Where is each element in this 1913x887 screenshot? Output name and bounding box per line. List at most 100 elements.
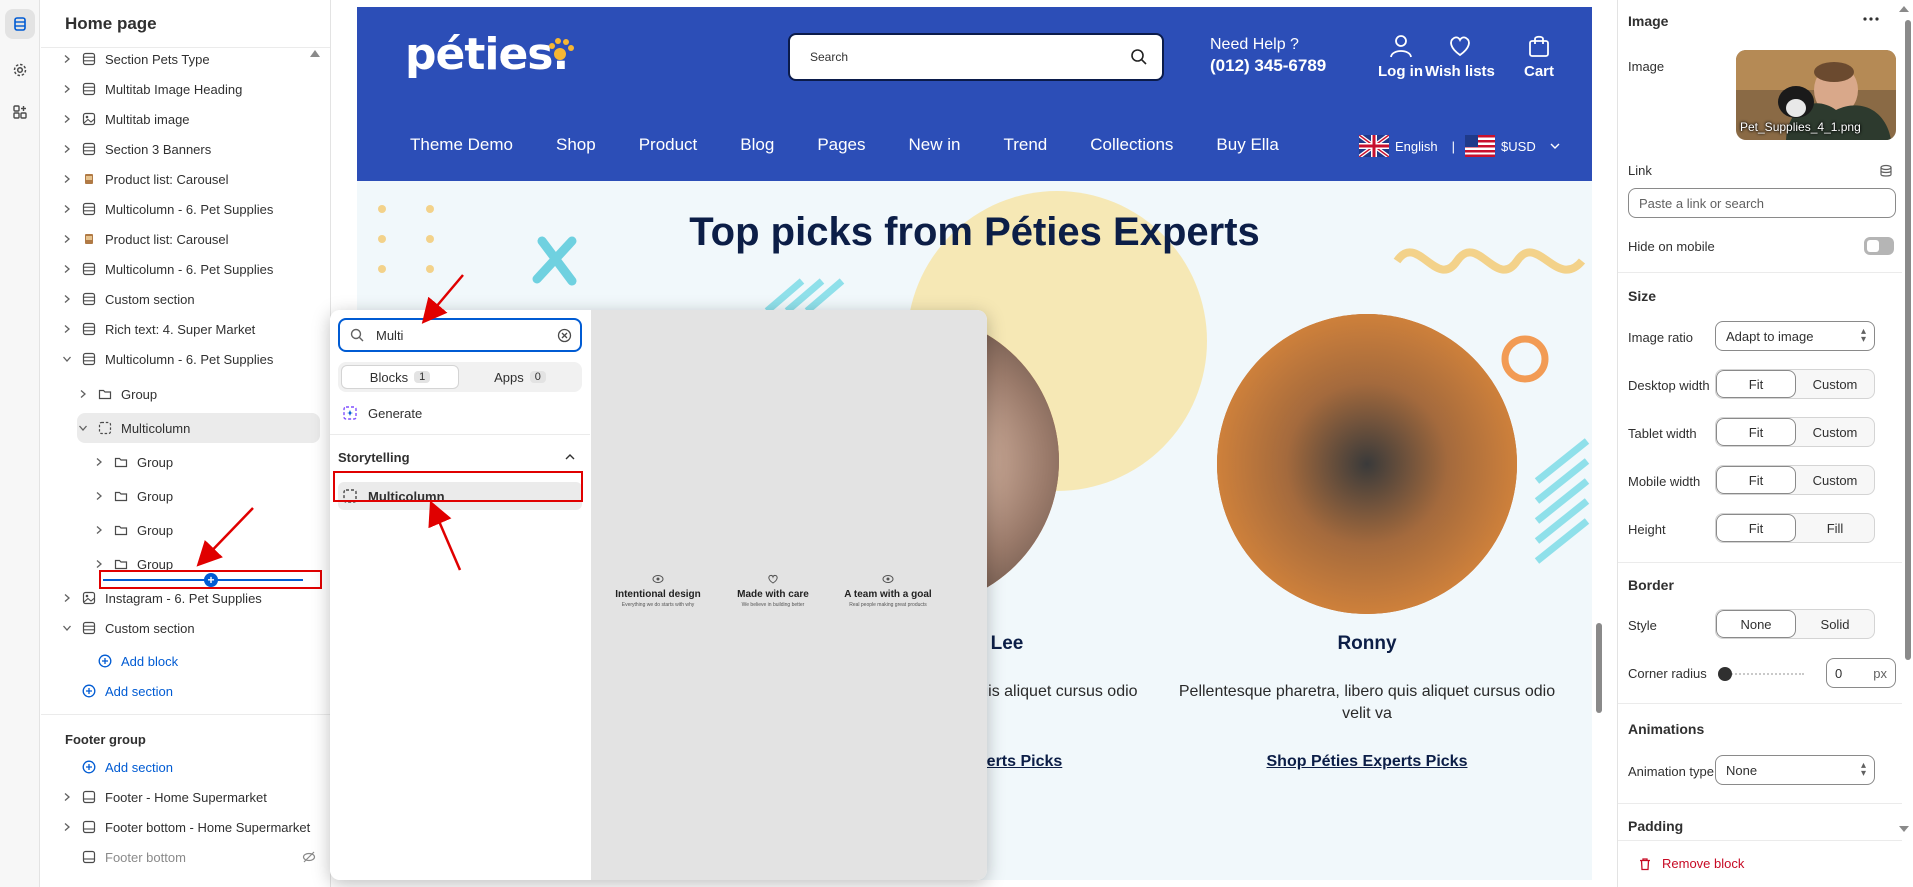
- height-fit-option[interactable]: Fit: [1716, 514, 1796, 542]
- image-ratio-select[interactable]: Adapt to image ▴ ▾: [1715, 321, 1875, 351]
- tree-item-group[interactable]: Group: [41, 449, 330, 475]
- nav-new-in[interactable]: New in: [909, 135, 961, 155]
- nav-blog[interactable]: Blog: [740, 135, 774, 155]
- tablet-width-toggle[interactable]: Fit Custom: [1715, 417, 1875, 447]
- desktop-custom-option[interactable]: Custom: [1796, 370, 1874, 398]
- chevron-down-icon[interactable]: [77, 422, 89, 434]
- apps-nav-button[interactable]: [5, 97, 35, 127]
- style-solid-option[interactable]: Solid: [1796, 610, 1874, 638]
- tree-item-section[interactable]: Rich text: 4. Super Market: [41, 316, 330, 342]
- chevron-right-icon[interactable]: [61, 203, 73, 215]
- settings-nav-button[interactable]: [5, 55, 35, 85]
- desktop-width-toggle[interactable]: Fit Custom: [1715, 369, 1875, 399]
- generate-button[interactable]: Generate: [338, 399, 582, 427]
- nav-shop[interactable]: Shop: [556, 135, 596, 155]
- chevron-right-icon[interactable]: [93, 524, 105, 536]
- tree-item-group[interactable]: Group: [41, 483, 330, 509]
- tree-item-group[interactable]: Group: [41, 381, 330, 407]
- tab-blocks[interactable]: Blocks 1: [341, 365, 459, 389]
- wishlist-link[interactable]: Wish lists: [1425, 33, 1495, 80]
- sections-nav-button[interactable]: [5, 9, 35, 39]
- tree-item-section[interactable]: Section 3 Banners: [41, 136, 330, 162]
- nav-theme-demo[interactable]: Theme Demo: [410, 135, 513, 155]
- chevron-right-icon[interactable]: [61, 53, 73, 65]
- chevron-right-icon[interactable]: [77, 388, 89, 400]
- chevron-right-icon[interactable]: [61, 293, 73, 305]
- tree-item-section[interactable]: Custom section: [41, 615, 330, 641]
- hide-mobile-toggle[interactable]: [1864, 237, 1894, 255]
- tree-item-section[interactable]: Section Pets Type: [41, 46, 330, 72]
- category-storytelling[interactable]: Storytelling: [338, 443, 582, 471]
- tree-item-section[interactable]: Multicolumn - 6. Pet Supplies: [41, 256, 330, 282]
- mobile-width-toggle[interactable]: Fit Custom: [1715, 465, 1875, 495]
- card-link-ronny[interactable]: Shop Péties Experts Picks: [1217, 753, 1517, 771]
- height-toggle[interactable]: Fit Fill: [1715, 513, 1875, 543]
- chevron-right-icon[interactable]: [61, 233, 73, 245]
- mobile-custom-option[interactable]: Custom: [1796, 466, 1874, 494]
- database-icon[interactable]: [1879, 164, 1893, 178]
- chevron-right-icon[interactable]: [61, 323, 73, 335]
- mobile-fit-option[interactable]: Fit: [1716, 466, 1796, 494]
- nav-trend[interactable]: Trend: [1003, 135, 1047, 155]
- settings-scrollbar[interactable]: [1905, 20, 1911, 660]
- tablet-custom-option[interactable]: Custom: [1796, 418, 1874, 446]
- chevron-down-icon[interactable]: [61, 353, 73, 365]
- clear-search-icon[interactable]: [557, 328, 572, 343]
- tree-item-section[interactable]: Custom section: [41, 286, 330, 312]
- store-logo[interactable]: péties.: [405, 29, 569, 80]
- tree-item-multicolumn[interactable]: Multicolumn: [77, 413, 320, 443]
- border-style-toggle[interactable]: None Solid: [1715, 609, 1875, 639]
- tree-item-footer[interactable]: Footer bottom: [41, 844, 330, 870]
- nav-pages[interactable]: Pages: [817, 135, 865, 155]
- style-none-option[interactable]: None: [1716, 610, 1796, 638]
- remove-block-button[interactable]: Remove block: [1638, 856, 1744, 871]
- locale-selector[interactable]: English | $USD: [1359, 135, 1560, 157]
- tree-item-section[interactable]: Multicolumn - 6. Pet Supplies: [41, 196, 330, 222]
- preview-scrollbar[interactable]: [1594, 8, 1604, 880]
- chevron-right-icon[interactable]: [93, 456, 105, 468]
- chevron-right-icon[interactable]: [61, 263, 73, 275]
- height-fill-option[interactable]: Fill: [1796, 514, 1874, 542]
- nav-collections[interactable]: Collections: [1090, 135, 1173, 155]
- corner-radius-input[interactable]: 0 px: [1826, 658, 1896, 688]
- footer-add-section-button[interactable]: Add section: [41, 754, 330, 780]
- tab-apps[interactable]: Apps 0: [461, 365, 579, 389]
- tree-item-section[interactable]: Product list: Carousel: [41, 226, 330, 252]
- chevron-right-icon[interactable]: [61, 821, 73, 833]
- animation-type-select[interactable]: None ▴ ▾: [1715, 755, 1875, 785]
- scroll-down-arrow-icon[interactable]: [1899, 826, 1909, 832]
- nav-product[interactable]: Product: [639, 135, 698, 155]
- tree-item-section[interactable]: Multitab image: [41, 106, 330, 132]
- add-section-button[interactable]: Add section: [41, 678, 330, 704]
- insert-plus-icon[interactable]: +: [204, 573, 218, 587]
- more-options-icon[interactable]: [1862, 14, 1880, 24]
- scroll-up-arrow-icon[interactable]: [1899, 6, 1909, 12]
- chevron-down-icon[interactable]: [61, 622, 73, 634]
- store-search-input[interactable]: Search: [788, 33, 1164, 81]
- tree-item-footer[interactable]: Footer - Home Supermarket: [41, 784, 330, 810]
- tree-item-group[interactable]: Group: [41, 517, 330, 543]
- chevron-right-icon[interactable]: [61, 791, 73, 803]
- chevron-right-icon[interactable]: [61, 143, 73, 155]
- chevron-right-icon[interactable]: [61, 113, 73, 125]
- help-phone[interactable]: (012) 345-6789: [1210, 56, 1326, 76]
- chevron-right-icon[interactable]: [61, 173, 73, 185]
- link-input[interactable]: Paste a link or search: [1628, 188, 1896, 218]
- hidden-eye-icon[interactable]: [302, 850, 316, 867]
- tree-item-section[interactable]: Product list: Carousel: [41, 166, 330, 192]
- block-search-input[interactable]: Multi: [338, 318, 582, 352]
- desktop-fit-option[interactable]: Fit: [1716, 370, 1796, 398]
- tree-item-section[interactable]: Multicolumn - 6. Pet Supplies: [41, 346, 330, 372]
- corner-radius-slider[interactable]: [1724, 673, 1804, 675]
- tree-item-footer[interactable]: Footer bottom - Home Supermarket: [41, 814, 330, 840]
- search-icon[interactable]: [1130, 48, 1148, 66]
- add-block-button[interactable]: Add block: [41, 648, 330, 674]
- cart-link[interactable]: Cart: [1524, 33, 1554, 80]
- login-link[interactable]: Log in: [1378, 33, 1423, 80]
- chevron-right-icon[interactable]: [61, 83, 73, 95]
- tablet-fit-option[interactable]: Fit: [1716, 418, 1796, 446]
- nav-buy-ella[interactable]: Buy Ella: [1216, 135, 1278, 155]
- tree-item-section[interactable]: Multitab Image Heading: [41, 76, 330, 102]
- chevron-right-icon[interactable]: [93, 558, 105, 570]
- chevron-right-icon[interactable]: [61, 592, 73, 604]
